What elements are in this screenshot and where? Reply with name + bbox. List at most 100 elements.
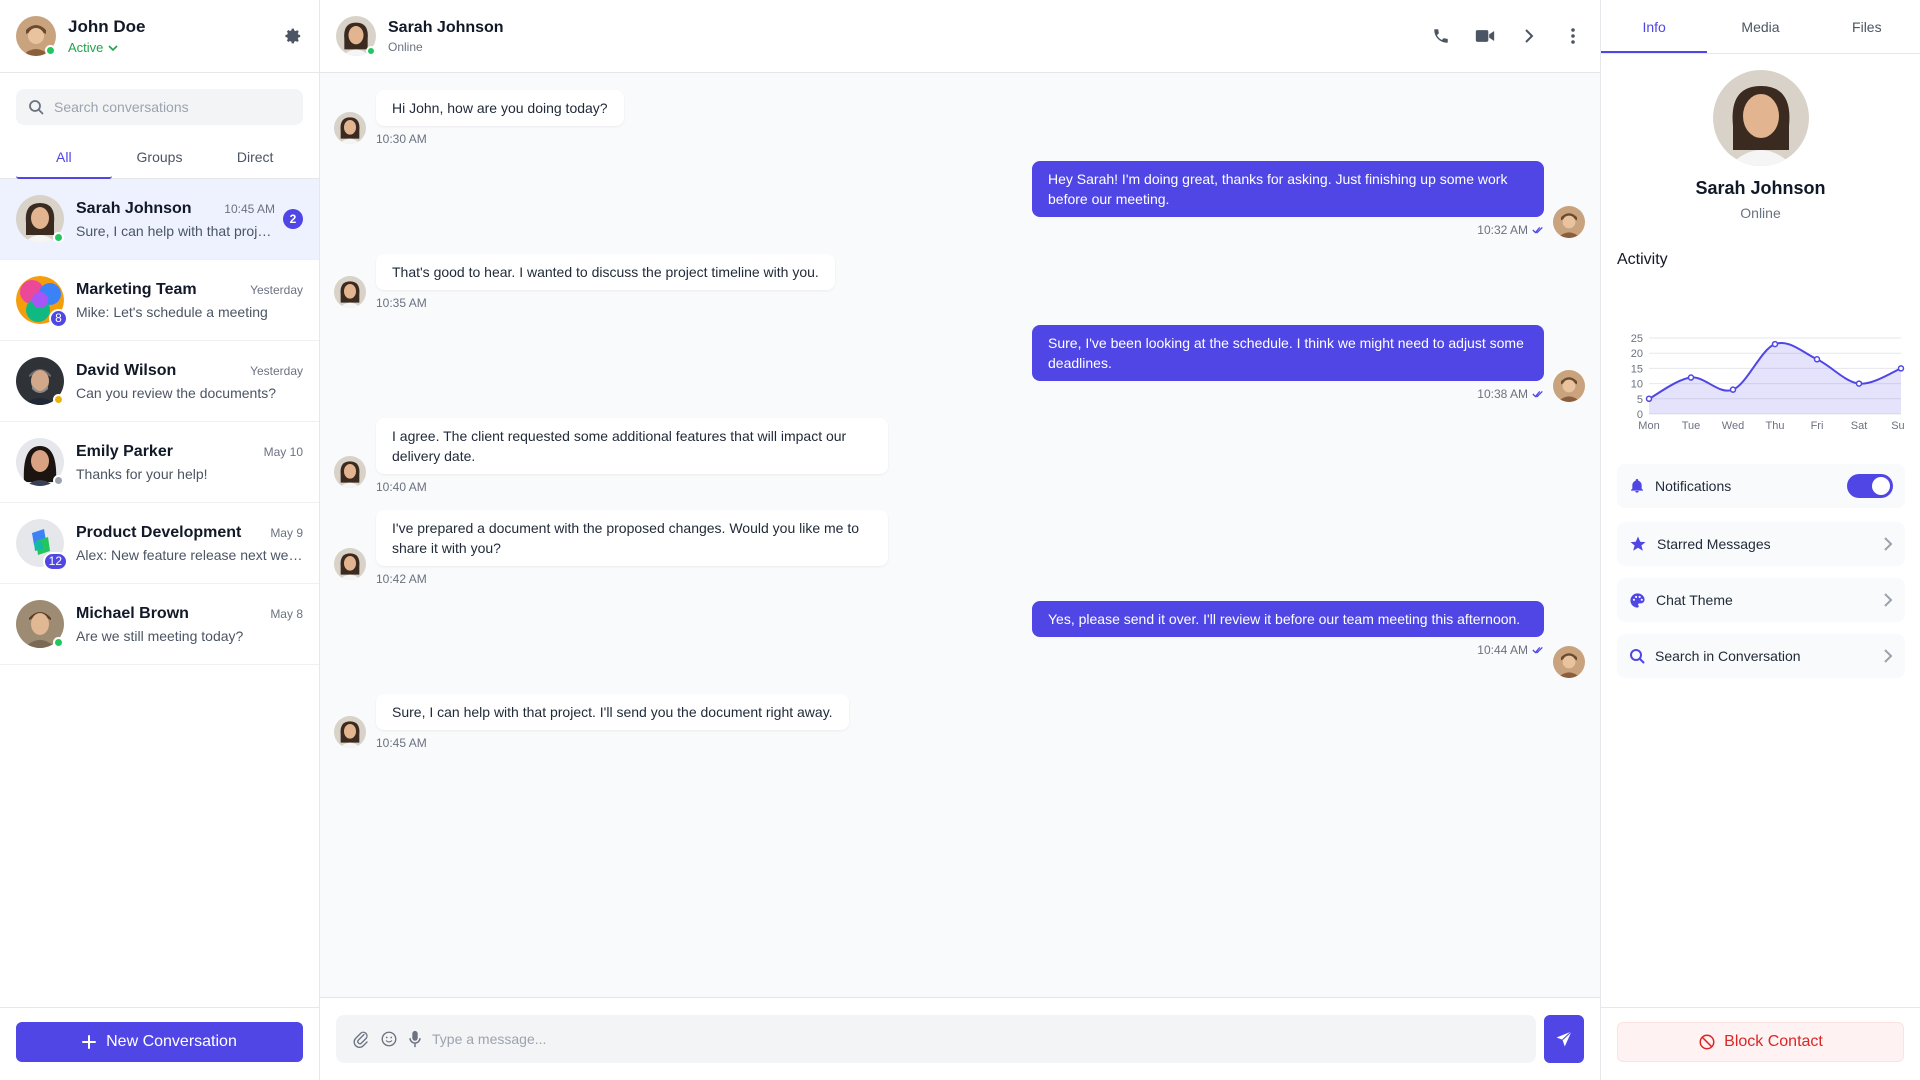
group-avatar: 12 bbox=[16, 519, 68, 571]
conversation-time: May 8 bbox=[270, 606, 303, 621]
member-count-badge: 12 bbox=[42, 552, 68, 571]
contact-profile-name: Sarah Johnson bbox=[1695, 178, 1826, 198]
notifications-option[interactable]: Notifications bbox=[1617, 464, 1905, 508]
conversation-item-marketing-team[interactable]: 8 Marketing Team Yesterday Mike: Let's s… bbox=[0, 260, 319, 341]
tab-media[interactable]: Media bbox=[1707, 0, 1813, 53]
message-outgoing: Hey Sarah! I'm doing great, thanks for a… bbox=[1032, 161, 1585, 238]
conversation-preview: Mike: Let's schedule a meeting bbox=[76, 303, 268, 320]
new-conversation-button[interactable]: New Conversation bbox=[16, 1022, 303, 1062]
chevron-right-icon[interactable] bbox=[1518, 25, 1540, 47]
paperclip-icon[interactable] bbox=[352, 1030, 370, 1048]
conversation-filter-tabs: All Groups Direct bbox=[16, 139, 303, 179]
message-bubble: Sure, I can help with that project. I'll… bbox=[376, 694, 849, 730]
chart-y-tick-label: 10 bbox=[1631, 379, 1643, 391]
double-check-icon bbox=[1532, 226, 1543, 234]
presence-online-indicator bbox=[53, 637, 64, 648]
chart-data-point bbox=[1687, 374, 1695, 381]
message-bubble: I agree. The client requested some addit… bbox=[376, 418, 888, 474]
contact-profile-avatar bbox=[1712, 70, 1809, 166]
send-icon bbox=[1556, 1031, 1572, 1047]
message-input[interactable] bbox=[432, 1031, 1520, 1047]
member-count-badge: 8 bbox=[49, 309, 68, 328]
emoji-icon[interactable] bbox=[380, 1030, 398, 1048]
chat-header: Sarah Johnson Online bbox=[320, 0, 1600, 73]
message-time: 10:45 AM bbox=[376, 736, 849, 750]
video-camera-icon[interactable] bbox=[1474, 25, 1496, 47]
send-button[interactable] bbox=[1544, 1015, 1584, 1063]
search-icon bbox=[1630, 649, 1645, 664]
avatar bbox=[16, 195, 64, 243]
chart-y-tick-label: 20 bbox=[1631, 348, 1643, 360]
message-outgoing: Yes, please send it over. I'll review it… bbox=[1032, 601, 1585, 678]
message-timestamp: 10:38 AM bbox=[1477, 387, 1528, 401]
message-outgoing: Sure, I've been looking at the schedule.… bbox=[1032, 325, 1585, 402]
status-dropdown[interactable]: Active bbox=[68, 40, 281, 55]
conversation-item-david-wilson[interactable]: David Wilson Yesterday Can you review th… bbox=[0, 341, 319, 422]
contact-avatar[interactable] bbox=[336, 16, 376, 56]
search-in-conversation-option[interactable]: Search in Conversation bbox=[1617, 634, 1905, 678]
star-icon bbox=[1630, 536, 1646, 551]
conversation-time: Yesterday bbox=[250, 363, 303, 378]
message-incoming: That's good to hear. I wanted to discuss… bbox=[334, 254, 835, 310]
option-label: Chat Theme bbox=[1656, 592, 1733, 608]
sender-avatar bbox=[334, 716, 366, 748]
tab-direct[interactable]: Direct bbox=[207, 139, 303, 179]
bell-icon bbox=[1631, 479, 1643, 493]
conversation-item-emily-parker[interactable]: Emily Parker May 10 Thanks for your help… bbox=[0, 422, 319, 503]
sidebar-footer: New Conversation bbox=[0, 1007, 319, 1080]
notifications-toggle[interactable] bbox=[1847, 474, 1893, 498]
presence-online-indicator bbox=[366, 46, 376, 56]
presence-online-indicator bbox=[45, 45, 56, 56]
tab-files[interactable]: Files bbox=[1814, 0, 1920, 53]
chart-x-tick-label: Fri bbox=[1811, 420, 1824, 432]
message-incoming: I agree. The client requested some addit… bbox=[334, 418, 888, 494]
conversation-item-michael-brown[interactable]: Michael Brown May 8 Are we still meeting… bbox=[0, 584, 319, 665]
tab-info[interactable]: Info bbox=[1601, 0, 1708, 53]
conversation-preview: Can you review the documents? bbox=[76, 384, 276, 401]
conversation-time: 10:45 AM bbox=[224, 201, 275, 216]
conversation-time: May 10 bbox=[263, 444, 303, 459]
message-bubble: That's good to hear. I wanted to discuss… bbox=[376, 254, 835, 290]
avatar bbox=[16, 438, 64, 486]
presence-offline-indicator bbox=[53, 475, 64, 486]
contact-status: Online bbox=[388, 39, 423, 54]
conversation-item-product-development[interactable]: 12 Product Development May 9 Alex: New f… bbox=[0, 503, 319, 584]
message-incoming: I've prepared a document with the propos… bbox=[334, 510, 888, 586]
tab-all[interactable]: All bbox=[16, 139, 112, 179]
gear-icon[interactable] bbox=[281, 25, 303, 47]
message-timestamp: 10:45 AM bbox=[376, 736, 427, 750]
message-timestamp: 10:44 AM bbox=[1477, 643, 1528, 657]
conversation-sidebar: John Doe Active All Groups Direct bbox=[0, 0, 320, 1080]
chevron-right-icon bbox=[1884, 537, 1893, 551]
conversation-item-sarah-johnson[interactable]: Sarah Johnson 10:45 AM Sure, I can help … bbox=[0, 179, 319, 260]
sender-avatar bbox=[1553, 370, 1585, 402]
message-timestamp: 10:40 AM bbox=[376, 480, 427, 494]
avatar bbox=[16, 600, 64, 648]
activity-chart: 0510152025MonTueWedThuFriSatSun bbox=[1631, 333, 1905, 432]
starred-messages-option[interactable]: Starred Messages bbox=[1617, 522, 1905, 566]
conversation-time: May 9 bbox=[270, 525, 303, 540]
conversation-preview: Sure, I can help with that project. I'll… bbox=[76, 222, 275, 239]
more-vertical-icon[interactable] bbox=[1562, 25, 1584, 47]
chart-x-tick-label: Sat bbox=[1851, 420, 1868, 432]
block-contact-button[interactable]: Block Contact bbox=[1617, 1022, 1904, 1062]
chevron-down-icon bbox=[108, 44, 118, 51]
chat-theme-option[interactable]: Chat Theme bbox=[1617, 578, 1905, 622]
message-composer bbox=[320, 997, 1600, 1080]
message-list: Hi John, how are you doing today? 10:30 … bbox=[320, 73, 1600, 998]
group-avatar: 8 bbox=[16, 276, 68, 328]
chart-data-point bbox=[1813, 356, 1821, 363]
chart-y-tick-label: 5 bbox=[1637, 394, 1643, 406]
chart-data-point bbox=[1855, 380, 1863, 387]
contact-name: Sarah Johnson bbox=[388, 18, 504, 36]
sender-avatar bbox=[334, 112, 366, 144]
search-input[interactable] bbox=[54, 99, 291, 115]
microphone-icon[interactable] bbox=[408, 1030, 422, 1048]
tab-groups[interactable]: Groups bbox=[112, 139, 208, 179]
double-check-icon bbox=[1532, 646, 1543, 654]
message-time: 10:42 AM bbox=[376, 572, 888, 586]
presence-online-indicator bbox=[53, 232, 64, 243]
phone-icon[interactable] bbox=[1430, 25, 1452, 47]
search-icon bbox=[29, 100, 44, 115]
current-user-avatar[interactable] bbox=[16, 16, 56, 56]
